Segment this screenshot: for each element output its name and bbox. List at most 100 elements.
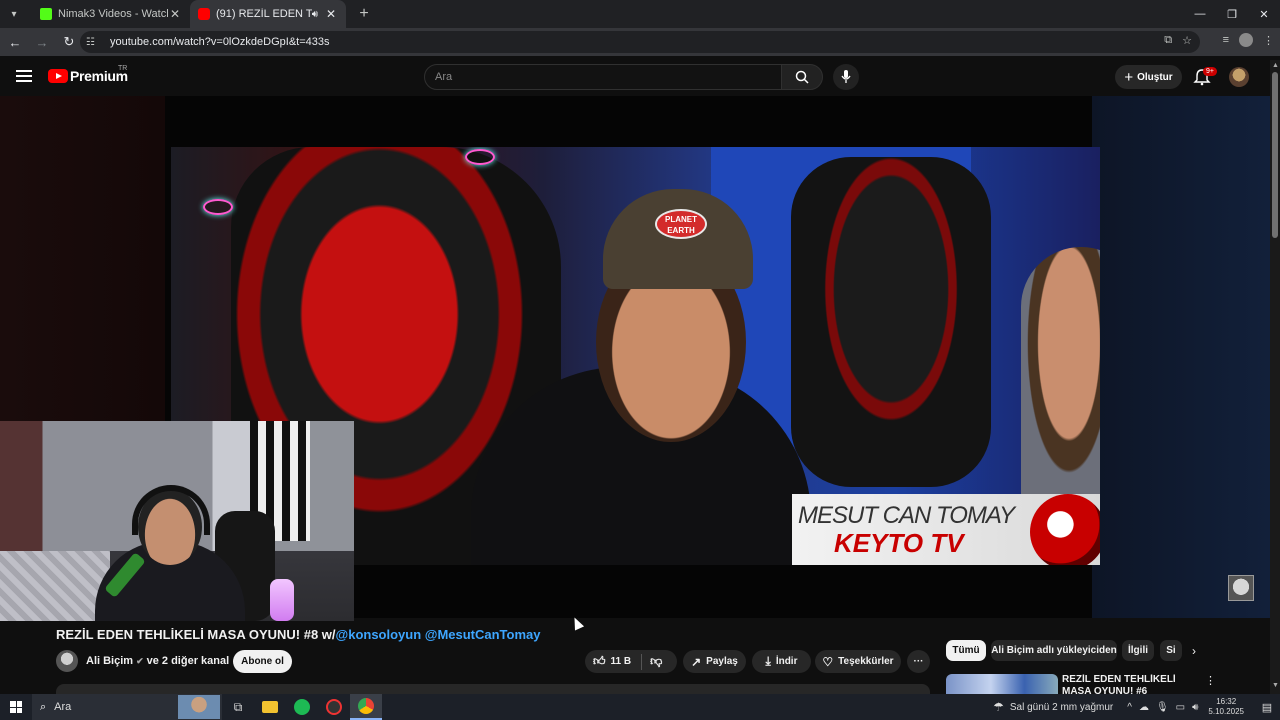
thanks-button[interactable]: ♡ Teşekkürler bbox=[815, 650, 901, 673]
more-actions-button[interactable]: ··· bbox=[907, 650, 930, 673]
browser-tab-bar: ▾ Nimak3 Videos - Watch On-De ✕ (91) REZ… bbox=[0, 0, 1280, 28]
share-button[interactable]: ↗ Paylaş bbox=[683, 650, 746, 673]
scrollbar-thumb[interactable] bbox=[1272, 72, 1278, 238]
forward-button[interactable]: → bbox=[30, 30, 54, 54]
download-button[interactable]: ⤓ İndir bbox=[752, 650, 811, 673]
recommendation-thumbnail[interactable] bbox=[946, 674, 1058, 694]
more-vertical-icon[interactable]: ⋮ bbox=[1205, 674, 1216, 687]
scroll-down-icon[interactable]: ▼ bbox=[1272, 682, 1279, 689]
chip-from-uploader[interactable]: Ali Biçim adlı yükleyiciden bbox=[991, 640, 1117, 661]
audio-playing-icon[interactable]: 🔊︎ bbox=[312, 9, 318, 20]
onedrive-icon[interactable]: ☁ bbox=[1139, 702, 1149, 713]
window-controls: — ❐ ✕ bbox=[1184, 0, 1280, 28]
youtube-premium-logo[interactable]: Premium TR bbox=[48, 65, 128, 84]
recommendation-title[interactable]: REZİL EDEN TEHLİKELİ MASA OYUNU! #6 w/@Y… bbox=[1062, 674, 1192, 694]
address-bar[interactable]: ☷ youtube.com/watch?v=0lOzkdeDGpI&t=433s… bbox=[80, 31, 1200, 53]
close-window-icon[interactable]: ✕ bbox=[1248, 0, 1280, 28]
back-button[interactable]: ← bbox=[3, 30, 27, 54]
more-horizontal-icon: ··· bbox=[913, 656, 924, 667]
share-arrow-icon: ↗ bbox=[691, 654, 702, 669]
download-label: İndir bbox=[775, 656, 798, 667]
floating-avatar[interactable] bbox=[1228, 575, 1254, 601]
close-tab-icon[interactable]: ✕ bbox=[324, 7, 338, 21]
chip-partial[interactable]: Si bbox=[1160, 640, 1182, 661]
windows-taskbar: ⌕ Ara ⧉ ☂ Sal günü 2 mm yağmur ^ ☁ 🎙︎ ▭ … bbox=[0, 694, 1280, 720]
menu-icon[interactable] bbox=[16, 70, 32, 82]
video-title-mentions[interactable]: @konsoloyun @MesutCanTomay bbox=[336, 627, 541, 642]
share-label: Paylaş bbox=[706, 656, 738, 667]
file-explorer-icon[interactable] bbox=[254, 694, 286, 720]
windows-logo-icon bbox=[10, 701, 22, 713]
divider bbox=[641, 653, 643, 670]
lower-third-name: MESUT CAN TOMAY bbox=[798, 502, 1015, 529]
like-count[interactable]: 11 B bbox=[611, 656, 632, 667]
neon-light bbox=[465, 149, 495, 165]
chip-all[interactable]: Tümü bbox=[946, 640, 986, 661]
chevron-up-icon[interactable]: ^ bbox=[1127, 702, 1132, 713]
notification-center-icon[interactable]: ▤ bbox=[1254, 701, 1280, 714]
media-controls-icon[interactable]: ≡ bbox=[1223, 34, 1229, 46]
spotify-icon[interactable] bbox=[286, 694, 318, 720]
restore-icon[interactable]: ❐ bbox=[1216, 0, 1248, 28]
browser-toolbar: ← → ↻ ☷ youtube.com/watch?v=0lOzkdeDGpI&… bbox=[0, 28, 1280, 56]
new-tab-button[interactable]: + bbox=[352, 5, 376, 23]
lower-third-show: KEYTO TV bbox=[834, 528, 964, 558]
app-icon[interactable] bbox=[318, 694, 350, 720]
network-icon[interactable]: ▭ bbox=[1176, 702, 1185, 713]
voice-search-button[interactable] bbox=[833, 64, 859, 90]
tray-icons: ^ ☁ 🎙︎ ▭ 🔊︎ bbox=[1127, 702, 1198, 713]
description-box[interactable] bbox=[56, 684, 930, 694]
search-box bbox=[424, 64, 782, 90]
chip-related[interactable]: İlgili bbox=[1122, 640, 1154, 661]
search-button[interactable] bbox=[781, 64, 823, 90]
site-info-icon[interactable]: ☷ bbox=[86, 37, 102, 48]
microphone-icon bbox=[841, 70, 851, 83]
plus-icon: + bbox=[1124, 68, 1134, 86]
search-icon: ⌕ bbox=[40, 700, 47, 713]
browser-menu-icon[interactable]: ⋮ bbox=[1263, 34, 1274, 47]
download-icon: ⤓ bbox=[765, 654, 771, 668]
weather-widget[interactable]: ☂ Sal günü 2 mm yağmur bbox=[993, 700, 1113, 714]
channel-collab[interactable]: ve 2 diğer kanal bbox=[147, 655, 230, 667]
tab-youtube[interactable]: (91) REZİL EDEN TEHLİKELİ 🔊︎ ✕ bbox=[190, 0, 346, 28]
channel-name[interactable]: Ali Biçim bbox=[86, 655, 133, 667]
page-scrollbar[interactable]: ▲ ▼ bbox=[1270, 60, 1280, 694]
minimize-icon[interactable]: — bbox=[1184, 0, 1216, 28]
rain-cloud-icon: ☂ bbox=[993, 700, 1004, 714]
chevron-right-icon[interactable]: › bbox=[1192, 644, 1196, 658]
scroll-up-icon[interactable]: ▲ bbox=[1272, 62, 1279, 69]
install-app-icon[interactable]: ⧉ bbox=[1164, 34, 1172, 47]
lower-third-graphic: MESUT CAN TOMAY KEYTO TV bbox=[792, 494, 1100, 565]
profile-avatar[interactable] bbox=[1239, 33, 1253, 47]
thumbs-down-icon[interactable]: 👎︎ bbox=[650, 654, 662, 669]
account-avatar[interactable] bbox=[1229, 67, 1249, 87]
neon-light bbox=[203, 199, 233, 215]
taskbar-search[interactable]: ⌕ Ara bbox=[32, 694, 222, 720]
youtube-header: Premium TR + Oluştur 9+ bbox=[0, 56, 1280, 96]
tab-kick[interactable]: Nimak3 Videos - Watch On-De ✕ bbox=[32, 0, 190, 28]
taskbar-search-text: Ara bbox=[54, 701, 72, 713]
task-view-icon[interactable]: ⧉ bbox=[222, 694, 254, 720]
chrome-icon[interactable] bbox=[350, 694, 382, 720]
close-tab-icon[interactable]: ✕ bbox=[168, 7, 182, 21]
tab-title: Nimak3 Videos - Watch On-De bbox=[58, 8, 168, 20]
tab-search-chevron-icon[interactable]: ▾ bbox=[4, 4, 24, 24]
webcam-lamp bbox=[270, 579, 294, 621]
bookmark-star-icon[interactable]: ☆ bbox=[1182, 34, 1192, 47]
clock[interactable]: 16:32 5.10.2025 bbox=[1208, 697, 1244, 717]
video-title-text: REZİL EDEN TEHLİKELİ MASA OYUNU! #8 w/ bbox=[56, 627, 336, 642]
channel-avatar[interactable] bbox=[56, 650, 78, 672]
create-button[interactable]: + Oluştur bbox=[1115, 65, 1182, 89]
clock-time: 16:32 bbox=[1216, 697, 1237, 706]
webcam-overlay bbox=[0, 421, 354, 621]
reload-button[interactable]: ↻ bbox=[57, 30, 81, 54]
youtube-play-icon bbox=[48, 69, 68, 83]
thumbs-up-icon[interactable]: 👍︎ bbox=[593, 654, 606, 669]
subscribe-button[interactable]: Abone ol bbox=[233, 650, 292, 673]
channel-info[interactable]: Ali Biçim ✔ ve 2 diğer kanal bbox=[86, 655, 229, 667]
tab-title: (91) REZİL EDEN TEHLİKELİ bbox=[216, 8, 312, 20]
start-button[interactable] bbox=[0, 701, 32, 713]
search-input[interactable] bbox=[425, 65, 781, 89]
microphone-icon[interactable]: 🎙︎ bbox=[1156, 702, 1169, 713]
volume-icon[interactable]: 🔊︎ bbox=[1192, 702, 1198, 713]
